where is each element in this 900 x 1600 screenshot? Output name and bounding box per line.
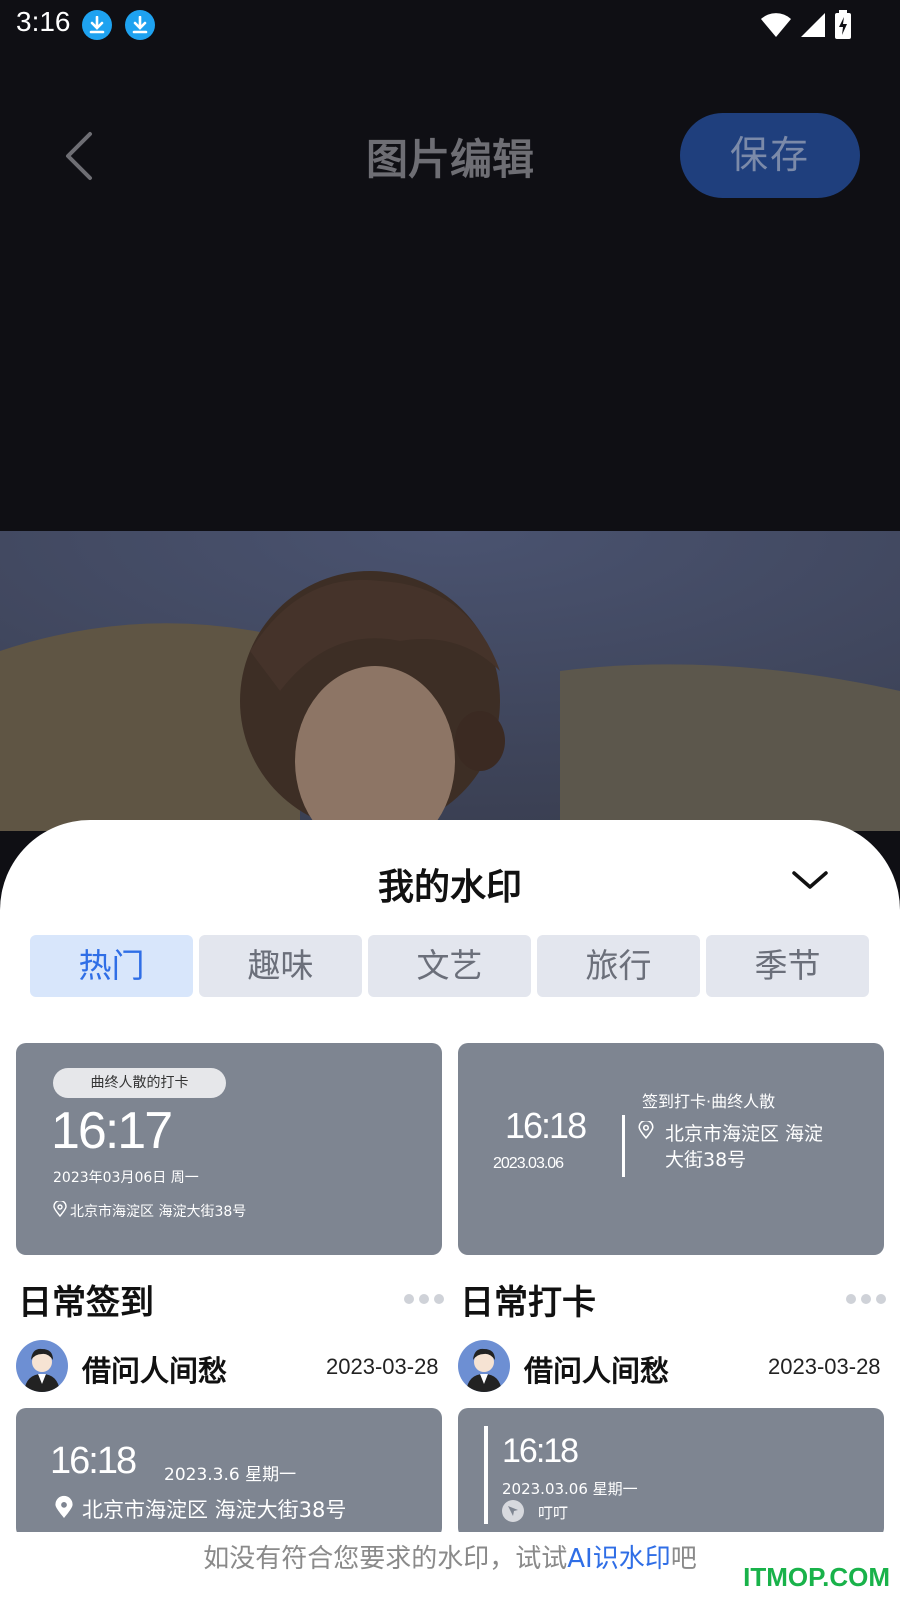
- watermark-card-daily-checkin[interactable]: 16:18 2023.03.06 签到打卡·曲终人散 北京市海淀区 海淀 大街3…: [458, 1043, 884, 1255]
- top-bar: 图片编辑 保存: [0, 100, 900, 210]
- watermark-location: 北京市海淀区 海淀: [665, 1123, 824, 1145]
- status-bar: 3:16: [0, 0, 900, 48]
- watermark-card[interactable]: 16:18 2023.03.06 星期一 叮叮: [458, 1408, 884, 1538]
- location-pin-icon: [53, 1199, 67, 1221]
- battery-charging-icon: [835, 10, 851, 39]
- location-pin-icon: [638, 1119, 654, 1143]
- divider: [622, 1115, 625, 1177]
- signal-icon: [801, 13, 825, 37]
- tab-season[interactable]: 季节: [706, 935, 869, 997]
- status-time: 3:16: [16, 6, 71, 37]
- hint-text: 如没有符合您要求的水印，试试: [203, 1544, 568, 1574]
- photo-image: [0, 531, 900, 831]
- tab-fun[interactable]: 趣味: [199, 935, 362, 997]
- more-icon[interactable]: [846, 1294, 886, 1304]
- author-name: 借问人间愁: [82, 1354, 228, 1388]
- tab-travel[interactable]: 旅行: [537, 935, 700, 997]
- watermark-date: 2023.03.06 星期一: [502, 1480, 638, 1498]
- watermark-location: 大街38号: [665, 1149, 747, 1171]
- watermark-tag: 曲终人散的打卡: [53, 1068, 226, 1098]
- card-title: 日常打卡: [460, 1283, 596, 1323]
- compass-icon: [502, 1500, 524, 1522]
- more-icon[interactable]: [404, 1294, 444, 1304]
- watermark-time: 16:18: [505, 1105, 587, 1146]
- watermark-location: 北京市海淀区 海淀大街38号: [70, 1204, 247, 1220]
- watermark-date: 2023.3.6 星期一: [164, 1465, 297, 1485]
- watermark-date: 2023年03月06日 周一: [53, 1170, 199, 1186]
- tab-hot[interactable]: 热门: [30, 935, 193, 997]
- site-watermark: ITMOP.COM: [743, 1562, 890, 1592]
- watermark-time: 16:17: [51, 1102, 173, 1160]
- hint-text: 吧: [670, 1544, 697, 1574]
- ai-watermark-link[interactable]: AI识水印: [567, 1544, 670, 1574]
- download-icon: [82, 10, 112, 40]
- location-pin-icon: [54, 1495, 74, 1525]
- watermark-date: 2023.03.06: [493, 1155, 564, 1172]
- author-name: 借问人间愁: [524, 1354, 670, 1388]
- avatar: [16, 1340, 68, 1392]
- tab-art[interactable]: 文艺: [368, 935, 531, 997]
- download-icon: [125, 10, 155, 40]
- watermark-location: 北京市海淀区 海淀大街38号: [82, 1498, 347, 1522]
- wifi-icon: [761, 13, 791, 37]
- category-tabs: 热门 趣味 文艺 旅行 季节: [30, 935, 869, 997]
- watermark-time: 16:18: [50, 1440, 137, 1482]
- photo-preview: [0, 531, 900, 831]
- watermark-tag: 签到打卡·曲终人散: [642, 1092, 776, 1111]
- screen: { "status_bar": {"time": "3:16", "icons"…: [0, 0, 900, 1600]
- chevron-down-icon[interactable]: [790, 865, 830, 895]
- publish-date: 2023-03-28: [326, 1354, 439, 1379]
- avatar: [458, 1340, 510, 1392]
- card-title: 日常签到: [18, 1283, 154, 1323]
- save-button[interactable]: 保存: [680, 113, 860, 198]
- watermark-card[interactable]: 16:18 2023.3.6 星期一 北京市海淀区 海淀大街38号: [16, 1408, 442, 1538]
- divider: [484, 1426, 488, 1524]
- watermark-place: 叮叮: [538, 1504, 569, 1522]
- sheet-title: 我的水印: [377, 867, 522, 908]
- watermark-card-daily-signin[interactable]: 曲终人散的打卡 16:17 2023年03月06日 周一 北京市海淀区 海淀大街…: [16, 1043, 442, 1255]
- watermark-time: 16:18: [502, 1432, 579, 1470]
- publish-date: 2023-03-28: [768, 1354, 881, 1379]
